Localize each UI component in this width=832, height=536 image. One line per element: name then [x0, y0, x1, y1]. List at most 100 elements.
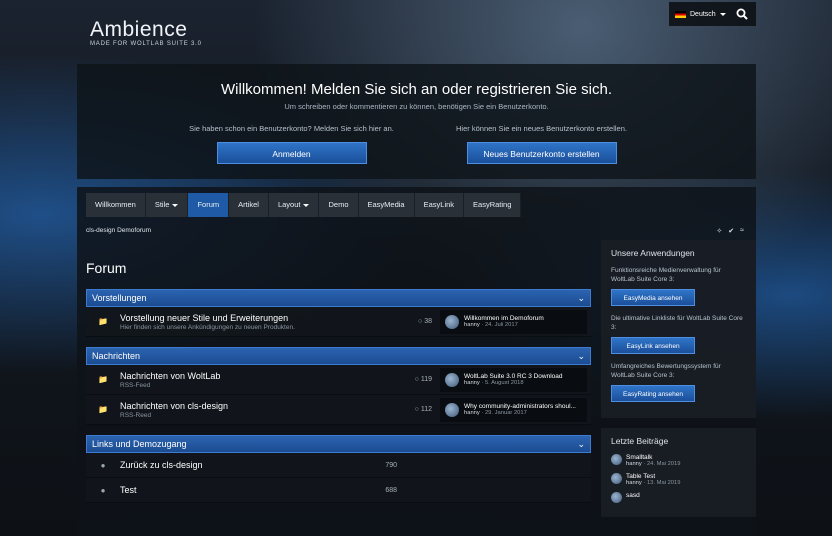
avatar[interactable]	[445, 402, 459, 417]
site-logo[interactable]: Ambience MADE FOR WOLTLAB SUITE 3.0	[90, 18, 202, 47]
avatar[interactable]	[611, 454, 622, 465]
board-name[interactable]: Zurück zu cls-design	[120, 460, 385, 470]
post-user[interactable]: hanny	[626, 461, 642, 467]
last-post-title[interactable]: Willkommen im Demoforum	[464, 315, 544, 322]
category-title: Vorstellungen	[92, 293, 147, 303]
last-post-user[interactable]: hanny	[464, 322, 480, 328]
search-button[interactable]	[728, 2, 756, 26]
nav-label: Forum	[197, 200, 220, 209]
last-post-date: 5. August 2018	[484, 380, 524, 386]
post-title[interactable]: Smalltalk	[626, 454, 680, 461]
easyrating-button[interactable]: EasyRating ansehen	[611, 385, 695, 402]
nav-item-easymedia[interactable]: EasyMedia	[358, 193, 415, 217]
nav-item-artikel[interactable]: Artikel	[229, 193, 269, 217]
post-title[interactable]: Table Test	[626, 473, 680, 480]
board-row[interactable]: 📁 Nachrichten von WoltLab RSS-Feed ○ 119 …	[86, 365, 591, 395]
post-user[interactable]: hanny	[626, 480, 642, 486]
logo-subtitle: MADE FOR WOLTLAB SUITE 3.0	[90, 41, 202, 47]
board-name[interactable]: Vorstellung neuer Stile und Erweiterunge…	[120, 313, 370, 323]
login-button[interactable]: Anmelden	[216, 142, 367, 164]
login-hint: Sie haben schon ein Benutzerkonto? Melde…	[189, 124, 394, 133]
app-text: Die ultimative Linkliste für WoltLab Sui…	[611, 315, 743, 331]
last-post-user[interactable]: hanny	[464, 380, 480, 386]
globe-icon: ●	[100, 485, 106, 495]
nav-item-layout[interactable]: Layout	[268, 193, 320, 217]
nav-item-stile[interactable]: Stile	[145, 193, 189, 217]
last-post-user[interactable]: hanny	[464, 410, 480, 416]
latest-post-item[interactable]: sasd	[611, 492, 746, 503]
chevron-down-icon[interactable]: ⌄	[577, 293, 585, 304]
latest-post-item[interactable]: Table Test hanny · 13. Mai 2019	[611, 473, 746, 486]
nav-item-easylink[interactable]: EasyLink	[414, 193, 465, 217]
count-value: 38	[424, 318, 432, 325]
nav-label: EasyMedia	[367, 200, 405, 209]
folder-icon: 📁	[98, 375, 108, 384]
mark-read-icon[interactable]: ✧	[716, 227, 722, 235]
last-post-title[interactable]: Why community-administrators shoul...	[464, 403, 576, 410]
board-count: 790	[385, 461, 397, 469]
board-row[interactable]: ● Test 688	[86, 478, 591, 503]
board-count: 688	[385, 486, 397, 494]
comment-icon: ○	[414, 376, 419, 383]
board-count: ○ 38	[370, 318, 440, 325]
last-post-date: 24. Juli 2017	[484, 322, 518, 328]
nav-item-demo[interactable]: Demo	[319, 193, 359, 217]
easymedia-button[interactable]: EasyMedia ansehen	[611, 289, 695, 306]
avatar[interactable]	[445, 372, 459, 387]
comment-icon: ○	[418, 318, 423, 325]
globe-icon: ●	[100, 460, 106, 470]
apps-title: Unsere Anwendungen	[611, 248, 695, 258]
category-header[interactable]: Vorstellungen ⌄	[86, 289, 591, 307]
category-header[interactable]: Nachrichten ⌄	[86, 347, 591, 365]
nav-label: Layout	[277, 200, 301, 209]
rss-icon[interactable]: ≈	[740, 227, 744, 235]
top-bar: Deutsch	[669, 2, 756, 26]
avatar[interactable]	[611, 473, 622, 484]
search-icon	[736, 8, 748, 20]
page-tools: ✧ ✔ ≈	[716, 227, 744, 235]
nav-label: EasyLink	[423, 200, 455, 209]
register-button[interactable]: Neues Benutzerkonto erstellen	[466, 142, 617, 164]
board-name[interactable]: Nachrichten von cls-design	[120, 401, 370, 411]
board-name[interactable]: Test	[120, 485, 385, 495]
easylink-button[interactable]: EasyLink ansehen	[611, 337, 695, 354]
post-date: 24. Mai 2019	[646, 461, 681, 467]
nav-item-easyrating[interactable]: EasyRating	[464, 193, 522, 217]
folder-icon: 📁	[98, 317, 108, 326]
last-post-title[interactable]: WoltLab Suite 3.0 RC 3 Download	[464, 373, 563, 380]
chevron-down-icon[interactable]: ⌄	[577, 439, 585, 450]
caret-down-icon	[719, 12, 726, 16]
latest-posts-title: Letzte Beiträge	[611, 436, 669, 446]
board-row[interactable]: 📁 Vorstellung neuer Stile und Erweiterun…	[86, 307, 591, 337]
board-desc: RSS-Feed	[120, 381, 151, 389]
german-flag-icon	[675, 10, 686, 18]
check-icon[interactable]: ✔	[728, 227, 734, 235]
chevron-down-icon[interactable]: ⌄	[577, 351, 585, 362]
post-title[interactable]: sasd	[626, 492, 640, 499]
nav-label: EasyRating	[473, 200, 512, 209]
category-title: Links und Demozugang	[92, 439, 187, 449]
category-title: Nachrichten	[92, 351, 141, 361]
board-desc: RSS-Reed	[120, 411, 152, 419]
board-count: ○ 112	[370, 406, 440, 413]
app-text: Funktionsreiche Medienverwaltung für Wol…	[611, 267, 721, 283]
post-date: 13. Mai 2019	[646, 480, 681, 486]
apps-box: Unsere Anwendungen Funktionsreiche Medie…	[601, 240, 756, 418]
nav-item-willkommen[interactable]: Willkommen	[86, 193, 146, 217]
category-header[interactable]: Links und Demozugang ⌄	[86, 435, 591, 453]
nav-label: Willkommen	[95, 200, 136, 209]
nav-item-forum[interactable]: Forum	[188, 193, 230, 217]
language-selector[interactable]: Deutsch	[669, 2, 728, 26]
board-name[interactable]: Nachrichten von WoltLab	[120, 371, 370, 381]
board-row[interactable]: ● Zurück zu cls-design 790	[86, 453, 591, 478]
count-value: 112	[420, 406, 432, 413]
app-text: Umfangreiches Bewertungssystem für WoltL…	[611, 363, 721, 379]
board-row[interactable]: 📁 Nachrichten von cls-design RSS-Reed ○ 1…	[86, 395, 591, 425]
page-title: Forum	[86, 260, 127, 276]
nav-label: Demo	[328, 200, 349, 209]
breadcrumb[interactable]: cls-design Demoforum	[86, 227, 151, 234]
latest-post-item[interactable]: Smalltalk hanny · 24. Mai 2019	[611, 454, 746, 467]
avatar[interactable]	[611, 492, 622, 503]
avatar[interactable]	[445, 314, 459, 329]
last-post: WoltLab Suite 3.0 RC 3 Download hanny · 5…	[440, 367, 587, 392]
